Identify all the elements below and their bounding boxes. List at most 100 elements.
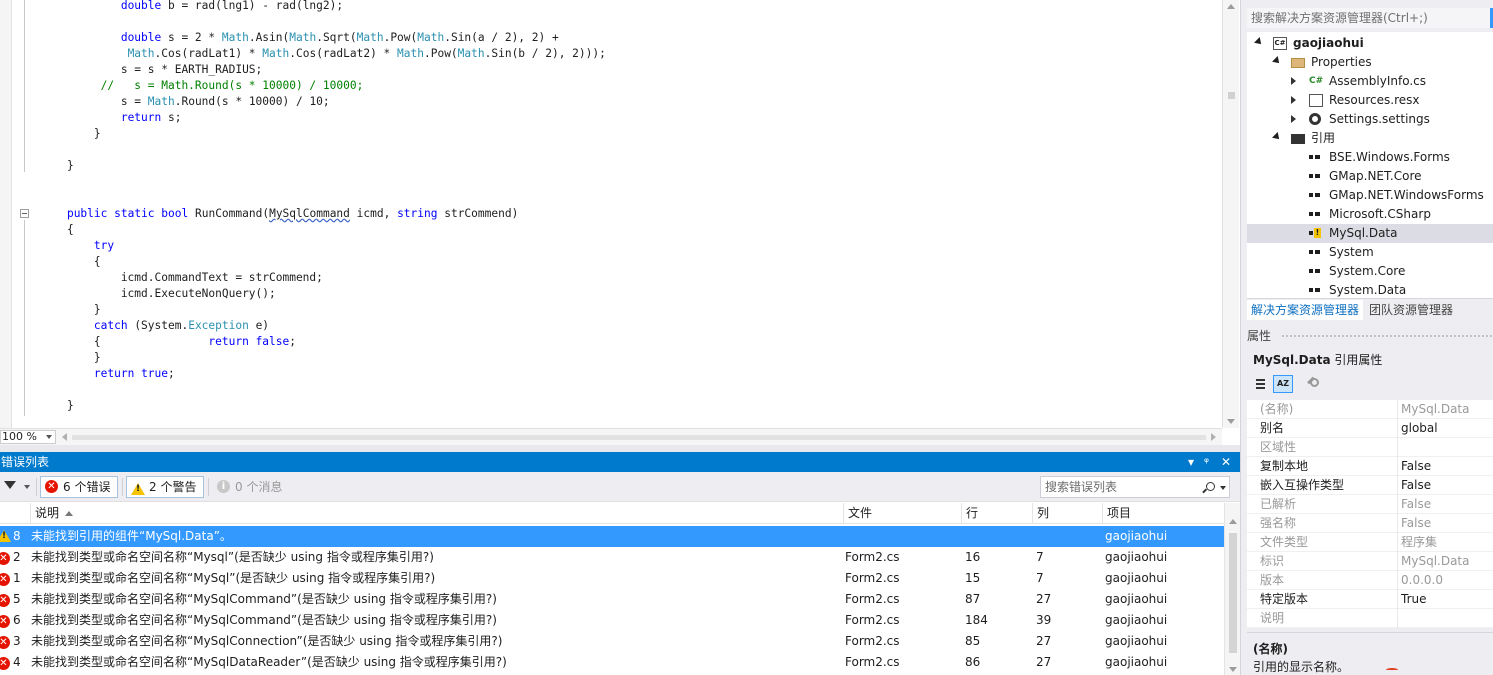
scroll-down-arrow-icon[interactable] xyxy=(1229,667,1237,672)
tree-item[interactable]: BSE.Windows.Forms xyxy=(1247,148,1493,167)
property-value[interactable]: False xyxy=(1400,514,1431,533)
code-line[interactable]: } xyxy=(40,398,74,414)
property-value[interactable]: False xyxy=(1400,457,1431,476)
tree-item[interactable]: GMap.NET.WindowsForms xyxy=(1247,186,1493,205)
property-row[interactable]: 别名 global xyxy=(1247,419,1493,438)
tree-item[interactable]: Resources.resx xyxy=(1247,91,1493,110)
messages-filter-button[interactable]: i 0 个消息 xyxy=(212,476,292,498)
property-pages-icon[interactable] xyxy=(1301,375,1321,393)
search-icon[interactable] xyxy=(1206,482,1215,491)
scroll-up-arrow-icon[interactable] xyxy=(1229,519,1237,524)
tree-item[interactable]: GMap.NET.Core xyxy=(1247,167,1493,186)
editor-horizontal-scrollbar[interactable] xyxy=(72,435,1206,440)
tree-item[interactable]: Settings.settings xyxy=(1247,110,1493,129)
chevron-down-icon[interactable] xyxy=(1220,486,1226,490)
tree-item[interactable]: 引用 xyxy=(1247,129,1493,148)
warnings-filter-button[interactable]: 2 个警告 xyxy=(126,476,204,498)
table-row[interactable]: ✕ 6 未能找到类型或命名空间名称“MySqlCommand”(是否缺少 using… xyxy=(0,610,1224,631)
code-line[interactable]: return s; xyxy=(40,110,182,126)
column-header-file[interactable]: 文件 xyxy=(843,503,961,524)
property-value[interactable]: MySql.Data xyxy=(1400,552,1470,571)
scroll-down-arrow-icon[interactable] xyxy=(1227,419,1235,424)
code-line[interactable]: } xyxy=(40,158,74,174)
collapse-arrow-icon[interactable] xyxy=(1254,37,1264,47)
categorized-icon[interactable] xyxy=(1251,375,1271,393)
expand-arrow-icon[interactable] xyxy=(1291,77,1296,85)
scroll-thumb[interactable] xyxy=(1229,533,1237,653)
code-line[interactable]: } xyxy=(40,302,101,318)
code-line[interactable]: } xyxy=(40,126,101,142)
code-line[interactable]: try xyxy=(40,238,114,254)
tree-item[interactable]: System xyxy=(1247,243,1493,262)
scroll-left-arrow-icon[interactable] xyxy=(62,433,67,441)
code-line[interactable]: double s = 2 * Math.Asin(Math.Sqrt(Math.… xyxy=(40,30,559,46)
code-line[interactable]: icmd.ExecuteNonQuery(); xyxy=(40,286,276,302)
code-line[interactable]: catch (System.Exception e) xyxy=(40,318,269,334)
property-row[interactable]: 文件类型 程序集 xyxy=(1247,533,1493,552)
code-line[interactable]: return true; xyxy=(40,366,175,382)
properties-object[interactable]: MySql.Data 引用属性 xyxy=(1253,350,1382,370)
table-row[interactable]: ✕ 1 未能找到类型或命名空间名称“MySql”(是否缺少 using 指令或程序集… xyxy=(0,568,1224,589)
filter-icon[interactable] xyxy=(4,481,16,489)
table-row[interactable]: 8 未能找到引用的组件“MySql.Data”。 gaojiaohui xyxy=(0,526,1224,547)
tree-item[interactable]: Microsoft.CSharp xyxy=(1247,205,1493,224)
column-header-description[interactable]: 说明 xyxy=(30,503,843,524)
column-header-column[interactable]: 列 xyxy=(1032,503,1102,524)
table-row[interactable]: ✕ 2 未能找到类型或命名空间名称“Mysql”(是否缺少 using 指令或程序集… xyxy=(0,547,1224,568)
expand-arrow-icon[interactable] xyxy=(1291,115,1296,123)
code-editor[interactable]: double b = rad(lng1) - rad(lng2); double… xyxy=(0,0,1222,428)
zoom-select[interactable]: 100 % xyxy=(0,430,56,444)
property-value[interactable]: MySql.Data xyxy=(1400,400,1470,419)
code-line[interactable]: public static bool RunCommand(MySqlComma… xyxy=(40,206,518,222)
code-line[interactable]: } xyxy=(40,350,101,366)
close-icon[interactable]: ✕ xyxy=(1221,452,1231,472)
property-row[interactable]: 嵌入互操作类型 False xyxy=(1247,476,1493,495)
property-row[interactable]: 说明 xyxy=(1247,609,1493,628)
tab-solution-explorer[interactable]: 解决方案资源管理器 xyxy=(1247,300,1364,320)
column-header-line[interactable]: 行 xyxy=(961,503,1032,524)
code-line[interactable]: { return false; xyxy=(40,334,296,350)
code-line[interactable]: Math.Cos(radLat1) * Math.Cos(radLat2) * … xyxy=(40,46,606,62)
tree-item[interactable]: Properties xyxy=(1247,53,1493,72)
panel-splitter[interactable] xyxy=(0,445,1240,452)
chevron-down-icon[interactable] xyxy=(24,485,30,489)
property-row[interactable]: 强名称 False xyxy=(1247,514,1493,533)
property-row[interactable]: 已解析 False xyxy=(1247,495,1493,514)
property-value[interactable]: False xyxy=(1400,476,1431,495)
tree-item[interactable]: MySql.Data xyxy=(1247,224,1493,243)
code-line[interactable]: // s = Math.Round(s * 10000) / 10000; xyxy=(40,78,364,94)
error-list-search-input[interactable]: 搜索错误列表 xyxy=(1040,476,1230,498)
tab-team-explorer[interactable]: 团队资源管理器 xyxy=(1365,300,1457,320)
property-row[interactable]: 特定版本 True xyxy=(1247,590,1493,609)
code-line[interactable]: icmd.CommandText = strCommend; xyxy=(40,270,323,286)
code-line[interactable]: { xyxy=(40,222,74,238)
property-row[interactable]: (名称) MySql.Data xyxy=(1247,400,1493,419)
property-row[interactable]: 版本 0.0.0.0 xyxy=(1247,571,1493,590)
property-value[interactable]: global xyxy=(1400,419,1438,438)
error-list-vertical-scrollbar[interactable] xyxy=(1224,503,1240,675)
dropdown-arrow-icon[interactable]: ▾ xyxy=(1188,452,1194,472)
property-value[interactable]: 0.0.0.0 xyxy=(1400,571,1443,590)
scroll-up-arrow-icon[interactable] xyxy=(1227,4,1235,9)
tree-item[interactable]: System.Data xyxy=(1247,281,1493,298)
tree-item[interactable]: C# gaojiaohui xyxy=(1247,34,1493,53)
pin-icon[interactable]: ᵠ xyxy=(1204,452,1209,472)
editor-vertical-scrollbar[interactable] xyxy=(1222,0,1239,428)
table-row[interactable]: ✕ 3 未能找到类型或命名空间名称“MySqlConnection”(是否缺少 us… xyxy=(0,631,1224,652)
property-value[interactable]: False xyxy=(1400,495,1431,514)
tree-item[interactable]: System.Core xyxy=(1247,262,1493,281)
errors-filter-button[interactable]: ✕ 6 个错误 xyxy=(40,476,118,498)
solution-explorer-search-input[interactable]: 搜索解决方案资源管理器(Ctrl+;) xyxy=(1247,8,1493,28)
table-row[interactable]: ✕ 5 未能找到类型或命名空间名称“MySqlCommand”(是否缺少 using… xyxy=(0,589,1224,610)
alphabetical-icon[interactable]: AZ xyxy=(1273,375,1293,393)
property-value[interactable]: True xyxy=(1400,590,1427,609)
tree-item[interactable]: C# AssemblyInfo.cs xyxy=(1247,72,1493,91)
expand-arrow-icon[interactable] xyxy=(1291,96,1296,104)
code-line[interactable]: s = s * EARTH_RADIUS; xyxy=(40,62,262,78)
collapse-arrow-icon[interactable] xyxy=(1272,56,1282,66)
property-value[interactable]: 程序集 xyxy=(1400,533,1437,552)
property-row[interactable]: 复制本地 False xyxy=(1247,457,1493,476)
collapse-toggle-icon[interactable] xyxy=(20,209,29,218)
scroll-right-arrow-icon[interactable] xyxy=(1211,433,1216,441)
column-header-project[interactable]: 项目 xyxy=(1102,503,1224,524)
